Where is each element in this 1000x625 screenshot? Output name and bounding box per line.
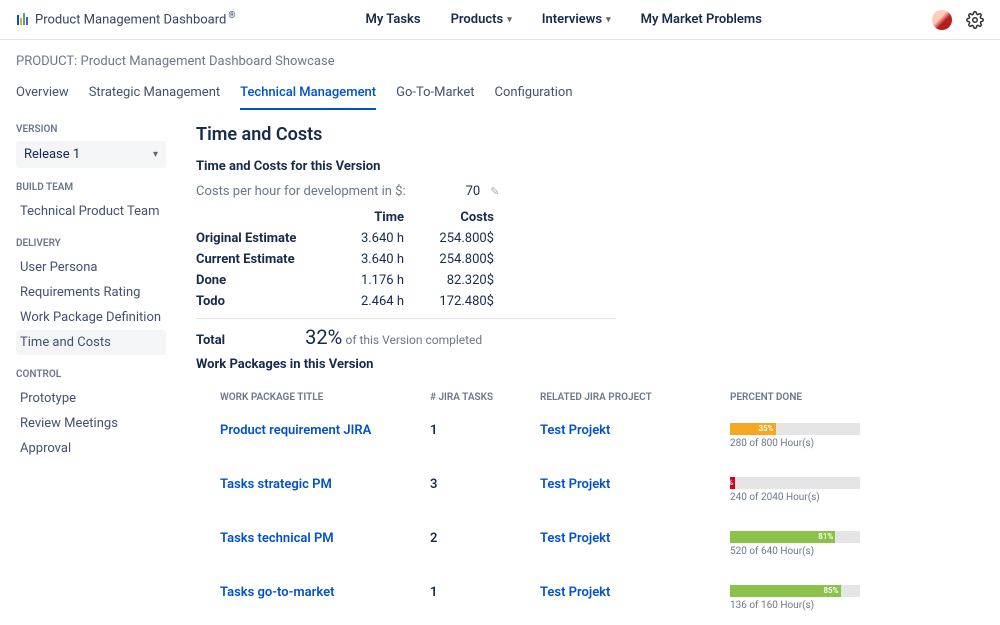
breadcrumb: PRODUCT: Product Management Dashboard Sh… (0, 40, 1000, 79)
work-package-project-link[interactable]: Test Projekt (540, 531, 610, 546)
cost-per-hour-label: Costs per hour for development in $: (196, 184, 406, 199)
sidebar-item-requirements-rating[interactable]: Requirements Rating (16, 280, 166, 305)
logo-icon (16, 12, 30, 26)
percent-done-wrap: 35% 280 of 800 Hour(s) (730, 423, 860, 449)
progress-detail: 520 of 640 Hour(s) (730, 546, 860, 557)
col-wp-percent-done: PERCENT DONE (730, 392, 984, 403)
progress-detail: 280 of 800 Hour(s) (730, 438, 860, 449)
user-avatar[interactable] (932, 10, 952, 30)
cost-per-hour-value: 70 (466, 184, 481, 199)
work-package-title-link[interactable]: Product requirement JIRA (220, 423, 371, 438)
work-package-row: Tasks strategic PM 3 Test Projekt 1% 240… (196, 463, 984, 517)
work-package-task-count: 3 (430, 477, 540, 492)
total-label: Total (196, 333, 225, 348)
col-wp-title: WORK PACKAGE TITLE (220, 392, 430, 403)
col-costs: Costs (416, 207, 506, 228)
work-package-title-link[interactable]: Tasks go-to-market (220, 585, 334, 600)
divider (196, 318, 616, 319)
tab-strategic-management[interactable]: Strategic Management (89, 79, 220, 110)
progress-percent: 1% (723, 477, 733, 489)
tab-technical-management[interactable]: Technical Management (240, 79, 376, 110)
percent-done-wrap: 1% 240 of 2040 Hour(s) (730, 477, 860, 503)
work-package-title-link[interactable]: Tasks strategic PM (220, 477, 332, 492)
content: Time and Costs Time and Costs for this V… (166, 110, 984, 625)
col-wp-project: RELATED JIRA PROJECT (540, 392, 730, 403)
nav-my-market-problems[interactable]: My Market Problems (641, 12, 762, 27)
row-done: Done 1.176 h 82.320$ (196, 270, 506, 291)
sidebar-item-technical-product-team[interactable]: Technical Product Team (16, 199, 166, 224)
progress-percent: 85% (823, 585, 838, 597)
progress-detail: 240 of 2040 Hour(s) (730, 492, 860, 503)
topbar: Product Management Dashboard® My Tasks P… (0, 0, 1000, 40)
chevron-down-icon: ▾ (507, 15, 512, 25)
progress-bar: 81% (730, 531, 860, 543)
work-package-row: Tasks go-to-market 1 Test Projekt 85% 13… (196, 571, 984, 625)
topbar-right (932, 10, 984, 30)
nav-my-tasks[interactable]: My Tasks (366, 12, 421, 27)
gear-icon[interactable] (966, 11, 984, 29)
tab-configuration[interactable]: Configuration (495, 79, 573, 110)
total-row: Total 32% of this Version completed (196, 325, 984, 349)
logo[interactable]: Product Management Dashboard® (16, 11, 235, 27)
work-package-project-link[interactable]: Test Projekt (540, 585, 610, 600)
work-package-task-count: 2 (430, 531, 540, 546)
col-time: Time (326, 207, 416, 228)
progress-percent: 81% (818, 531, 833, 543)
row-todo: Todo 2.464 h 172.480$ (196, 291, 506, 312)
work-package-project-link[interactable]: Test Projekt (540, 423, 610, 438)
progress-percent: 35% (758, 423, 773, 435)
nav-products[interactable]: Products▾ (451, 12, 512, 27)
estimate-table: Time Costs Original Estimate 3.640 h 254… (196, 207, 506, 312)
progress-bar: 35% (730, 423, 860, 435)
version-select[interactable]: Release 1 ▾ (16, 141, 166, 168)
main: VERSION Release 1 ▾ BUILD TEAM Technical… (0, 110, 1000, 625)
sidebar-item-user-persona[interactable]: User Persona (16, 255, 166, 280)
percent-complete-label: of this Version completed (345, 333, 482, 347)
nav-interviews[interactable]: Interviews▾ (542, 12, 611, 27)
percent-done-wrap: 81% 520 of 640 Hour(s) (730, 531, 860, 557)
cost-per-hour-row: Costs per hour for development in $: 70 … (196, 184, 984, 199)
sidebar-item-prototype[interactable]: Prototype (16, 386, 166, 411)
logo-text: Product Management Dashboard® (35, 11, 235, 27)
section-time-costs-version: Time and Costs for this Version (196, 159, 984, 174)
work-package-table: WORK PACKAGE TITLE # JIRA TASKS RELATED … (196, 382, 984, 625)
work-package-row: Product requirement JIRA 1 Test Projekt … (196, 409, 984, 463)
sidebar-version-label: VERSION (16, 124, 166, 135)
work-package-task-count: 1 (430, 585, 540, 600)
version-select-value: Release 1 (24, 147, 80, 162)
sidebar-item-review-meetings[interactable]: Review Meetings (16, 411, 166, 436)
work-package-title-link[interactable]: Tasks technical PM (220, 531, 334, 546)
row-current-estimate: Current Estimate 3.640 h 254.800$ (196, 249, 506, 270)
col-wp-tasks: # JIRA TASKS (430, 392, 540, 403)
work-package-task-count: 1 (430, 423, 540, 438)
work-package-header: WORK PACKAGE TITLE # JIRA TASKS RELATED … (196, 382, 984, 409)
sidebar-item-approval[interactable]: Approval (16, 436, 166, 461)
page-tabs: Overview Strategic Management Technical … (0, 79, 1000, 110)
sidebar-item-work-package-definition[interactable]: Work Package Definition (16, 305, 166, 330)
tab-overview[interactable]: Overview (16, 79, 69, 110)
progress-detail: 136 of 160 Hour(s) (730, 600, 860, 611)
sidebar-control-label: CONTROL (16, 369, 166, 380)
chevron-down-icon: ▾ (153, 149, 158, 160)
progress-bar: 85% (730, 585, 860, 597)
percent-complete: 32% (305, 325, 342, 349)
pencil-icon[interactable]: ✎ (490, 185, 499, 198)
progress-bar: 1% (730, 477, 860, 489)
sidebar: VERSION Release 1 ▾ BUILD TEAM Technical… (16, 110, 166, 625)
section-work-packages: Work Packages in this Version (196, 357, 984, 372)
percent-done-wrap: 85% 136 of 160 Hour(s) (730, 585, 860, 611)
row-original-estimate: Original Estimate 3.640 h 254.800$ (196, 228, 506, 249)
chevron-down-icon: ▾ (606, 15, 611, 25)
page-title: Time and Costs (196, 124, 984, 145)
sidebar-item-time-and-costs[interactable]: Time and Costs (16, 330, 166, 355)
work-package-project-link[interactable]: Test Projekt (540, 477, 610, 492)
sidebar-delivery-label: DELIVERY (16, 238, 166, 249)
top-nav: My Tasks Products▾ Interviews▾ My Market… (275, 12, 852, 27)
tab-go-to-market[interactable]: Go-To-Market (396, 79, 474, 110)
sidebar-build-team-label: BUILD TEAM (16, 182, 166, 193)
